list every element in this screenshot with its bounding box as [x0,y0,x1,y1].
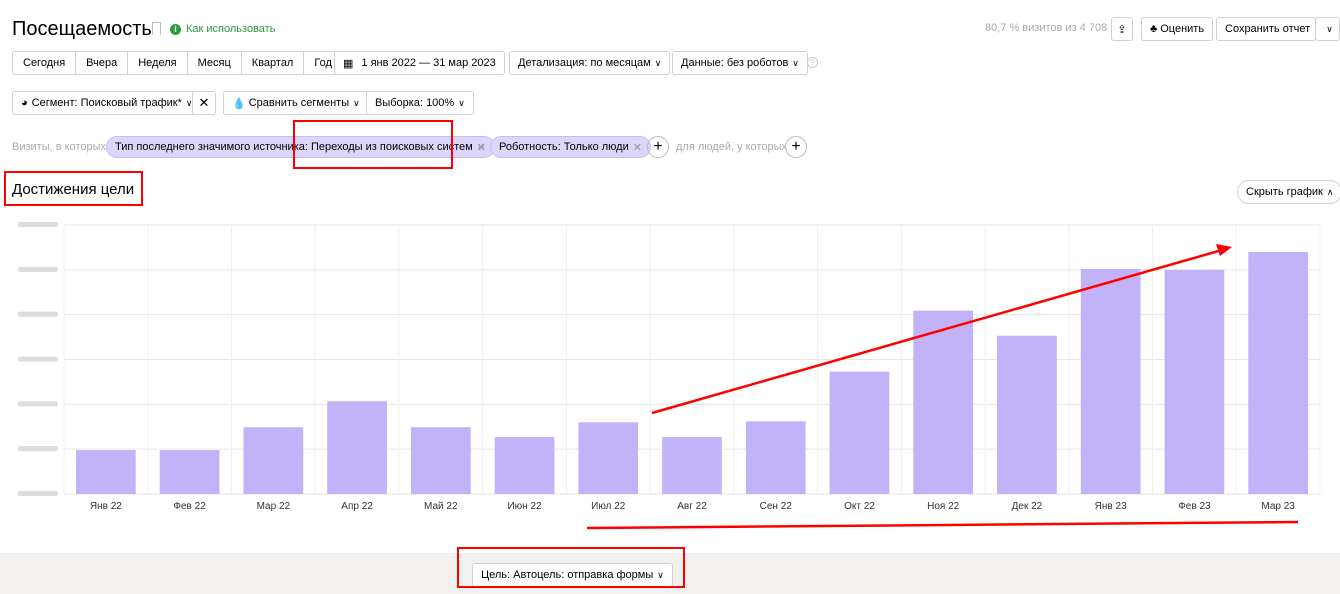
annotation-box [457,547,685,588]
annotation-overlay [4,120,1299,588]
trend-arrow [651,248,1223,415]
arrow-head-icon [1216,244,1232,256]
underline-annotation [586,520,1299,530]
annotation-box [293,120,453,169]
annotation-box [4,171,143,206]
